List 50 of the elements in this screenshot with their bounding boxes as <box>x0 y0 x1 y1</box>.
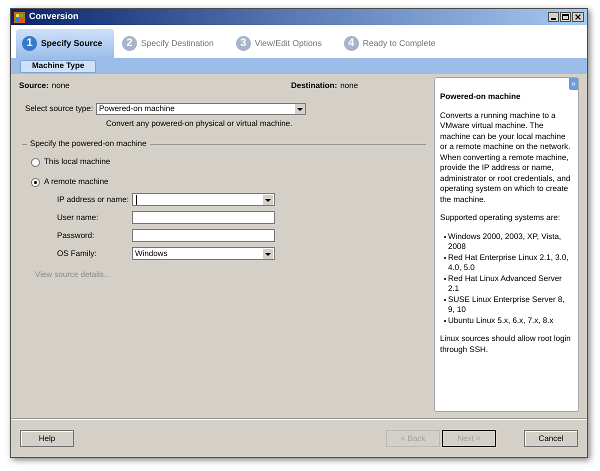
collapse-button[interactable]: » <box>569 78 578 90</box>
help-list-item: SUSE Linux Enterprise Server 8, 9, 10 <box>448 294 566 316</box>
step-label: Specify Source <box>41 37 102 50</box>
minimize-button[interactable] <box>548 12 559 22</box>
radio-label: A remote machine <box>44 176 108 188</box>
help-paragraph: Converts a running machine to a VMware virtual machine. The machine can be your local machine or a remote machine on the network. When converting a remote machine, provide the IP address or name, administrator or root credentials, and operating system on which to create the machine. <box>440 110 572 205</box>
step-label: Specify Destination <box>141 37 214 50</box>
wizard-step-tab[interactable]: 4 Ready to Complete <box>338 29 442 58</box>
combo-box[interactable]: Windows <box>132 247 275 260</box>
summary-value: none <box>52 80 70 92</box>
close-icon[interactable] <box>572 12 584 22</box>
step-number-badge: 3 <box>236 36 251 51</box>
step-number-badge: 4 <box>344 36 359 51</box>
help-list-item: Red Hat Linux Advanced Server 2.1 <box>448 274 563 294</box>
radio-label: This local machine <box>44 156 110 168</box>
help-title: Powered-on machine <box>440 92 522 102</box>
step-number-badge: 1 <box>22 36 37 51</box>
wizard-step-tab[interactable]: 3 View/Edit Options <box>230 29 328 58</box>
summary-value: none <box>340 80 358 92</box>
machine-type-tab[interactable]: Machine Type <box>20 60 96 72</box>
step-number-badge: 2 <box>122 36 137 51</box>
combo-box[interactable] <box>132 193 275 206</box>
help-paragraph: Supported operating systems are: <box>440 213 562 224</box>
maximize-button[interactable] <box>560 12 571 22</box>
field-label: IP address or name: <box>57 194 130 206</box>
radio-button[interactable] <box>31 158 40 166</box>
source-type-dropdown[interactable]: Powered-on machine <box>96 103 306 115</box>
field-label: User name: <box>57 212 100 224</box>
field-label: OS Family: <box>57 248 98 260</box>
cancel-button[interactable]: Cancel <box>524 430 578 447</box>
field-label: Select source type: <box>25 103 94 115</box>
summary-label: Destination: <box>291 80 338 92</box>
window-title: Conversion <box>29 10 79 24</box>
field-label: Password: <box>57 230 96 242</box>
input-field[interactable] <box>132 229 275 242</box>
wizard-step-tab[interactable]: 2 Specify Destination <box>116 29 220 58</box>
radio-button[interactable] <box>31 178 40 186</box>
help-list-item: Ubuntu Linux 5.x, 6.x, 7.x, 8.x <box>448 316 554 326</box>
help-button[interactable]: Help <box>20 430 74 447</box>
wizard-step-tab[interactable]: 1 Specify Source <box>16 29 114 58</box>
help-list-item: Red Hat Enterprise Linux 2.1, 3.0, 4.0, 5.0 <box>448 252 570 274</box>
group-title: Specify the powered-on machine <box>30 138 147 150</box>
help-list-item: Windows 2000, 2003, XP, Vista, 2008 <box>448 232 562 252</box>
input-field[interactable] <box>132 211 275 224</box>
step-label: View/Edit Options <box>254 37 322 50</box>
summary-label: Source: <box>19 80 49 92</box>
help-paragraph: Linux sources should allow root login through SSH. <box>440 334 572 355</box>
app-icon <box>14 12 25 22</box>
source-type-description: Convert any powered-on physical or virtual machine. <box>106 118 294 130</box>
step-label: Ready to Complete <box>362 37 436 50</box>
